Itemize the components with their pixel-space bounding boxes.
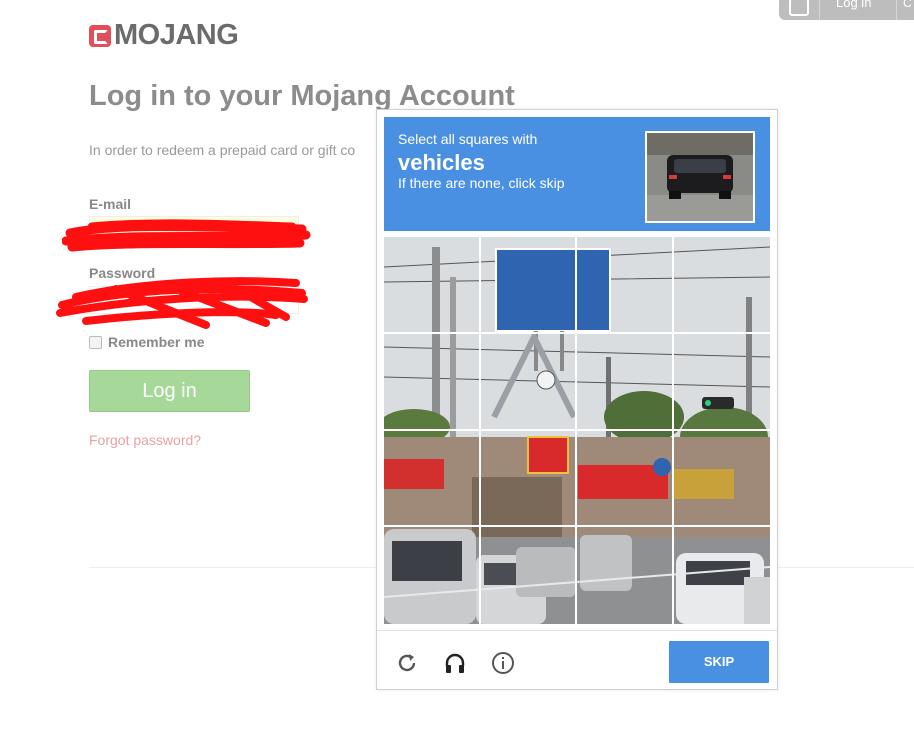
skip-button[interactable]: SKIP <box>669 641 769 683</box>
captcha-tile[interactable] <box>480 333 577 431</box>
captcha-tile[interactable] <box>480 237 577 334</box>
recaptcha-challenge: Select all squares with vehicles If ther… <box>376 109 778 690</box>
divider <box>89 567 377 568</box>
captcha-tile[interactable] <box>384 430 481 528</box>
page-intro-text: In order to redeem a prepaid card or gif… <box>89 142 356 158</box>
remember-me-checkbox[interactable] <box>89 335 102 349</box>
mojang-logo-icon <box>89 24 111 47</box>
captcha-tile[interactable] <box>480 430 577 528</box>
mojang-app-icon[interactable] <box>779 0 820 20</box>
mojang-logo-text: MOJANG <box>114 19 239 51</box>
captcha-tile[interactable] <box>384 237 481 334</box>
captcha-tile[interactable] <box>577 430 674 528</box>
header-more-link[interactable]: C <box>897 0 912 20</box>
captcha-tile[interactable] <box>481 527 577 624</box>
captcha-tiles <box>384 237 770 624</box>
captcha-target-word: vehicles <box>398 150 485 175</box>
redaction-scribble-email <box>62 219 311 252</box>
captcha-tile[interactable] <box>577 237 674 334</box>
captcha-tile[interactable] <box>674 527 771 624</box>
captcha-example-image <box>645 131 755 223</box>
captcha-tile[interactable] <box>577 333 674 431</box>
info-icon[interactable] <box>491 651 515 675</box>
audio-icon[interactable] <box>443 651 467 675</box>
reload-icon[interactable] <box>395 651 419 675</box>
captcha-tile[interactable] <box>673 334 770 431</box>
captcha-skip-hint: If there are none, click skip <box>398 175 565 191</box>
captcha-tile[interactable] <box>673 237 770 334</box>
captcha-tile[interactable] <box>673 431 770 528</box>
remember-me[interactable]: Remember me <box>89 334 205 350</box>
divider <box>778 567 914 568</box>
captcha-footer: SKIP <box>377 630 777 691</box>
mojang-logo[interactable]: MOJANG <box>89 19 239 52</box>
login-button[interactable]: Log in <box>89 370 250 412</box>
header-login-link[interactable]: Log in <box>820 0 897 20</box>
captcha-tile[interactable] <box>384 333 481 431</box>
forgot-password-link[interactable]: Forgot password? <box>89 432 201 448</box>
remember-me-label: Remember me <box>108 334 205 350</box>
top-nav-tabs: Log in C <box>779 0 914 20</box>
captcha-image-grid <box>384 237 770 624</box>
captcha-instruction-line: Select all squares with <box>398 131 538 147</box>
captcha-tile[interactable] <box>577 527 674 624</box>
redaction-scribble-password <box>56 277 308 329</box>
email-label: E-mail <box>89 196 132 212</box>
captcha-tile[interactable] <box>384 527 481 624</box>
captcha-instructions: Select all squares with vehicles If ther… <box>384 117 770 231</box>
